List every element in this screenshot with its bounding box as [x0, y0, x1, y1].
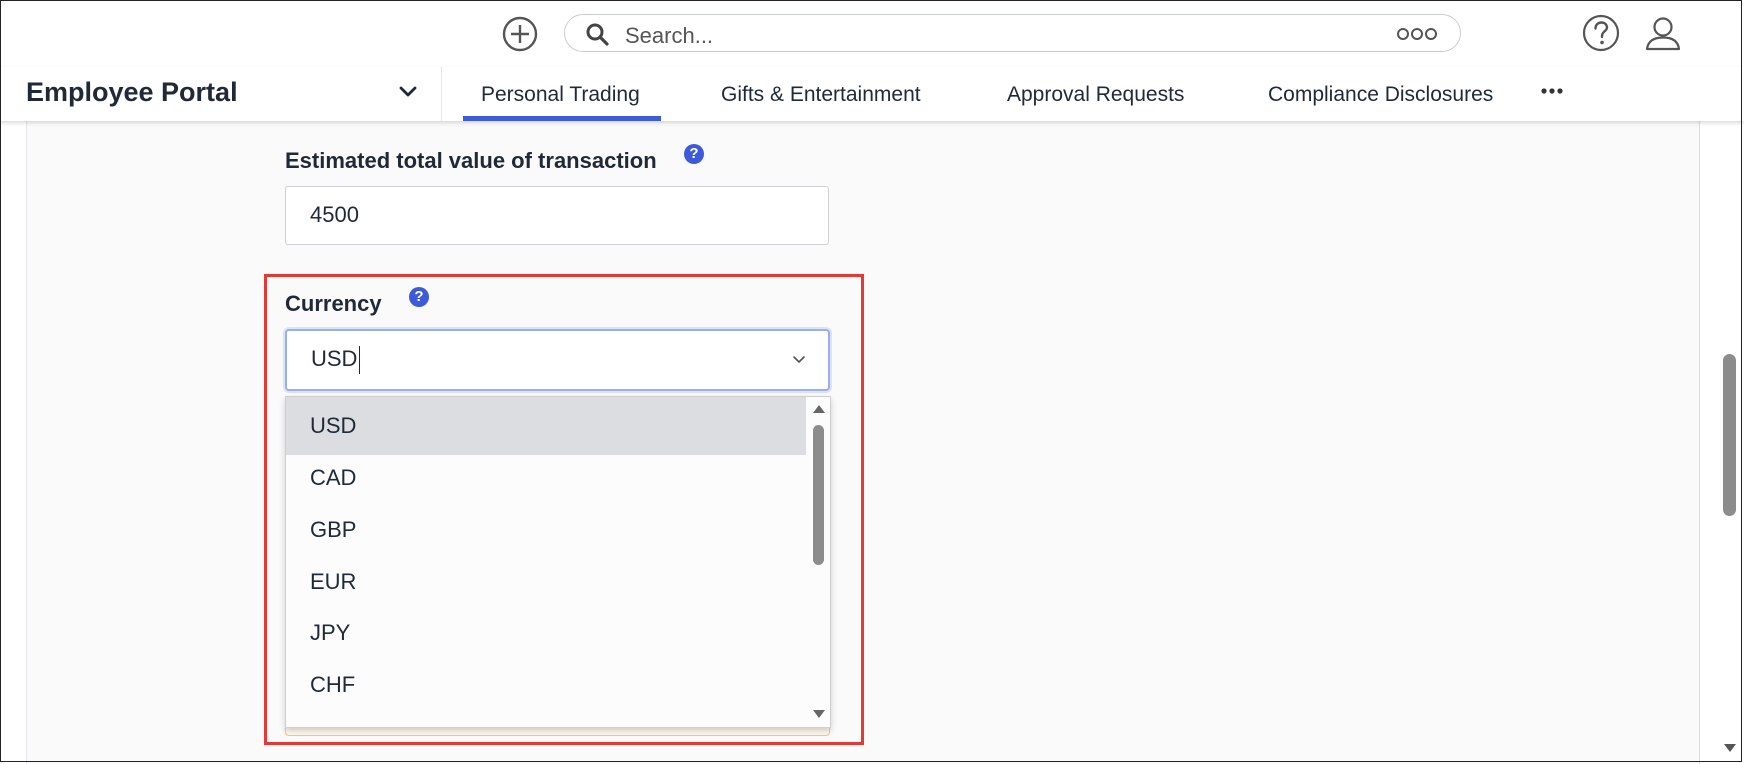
dropdown-scrollbar-thumb[interactable]	[813, 425, 824, 565]
text-cursor	[359, 346, 361, 375]
chevron-down-icon[interactable]	[792, 355, 806, 365]
tab-compliance-disclosures[interactable]: Compliance Disclosures	[1268, 83, 1493, 107]
currency-select-value: USD	[311, 346, 361, 375]
scroll-down-arrow-icon[interactable]	[813, 710, 825, 718]
currency-label: Currency	[285, 291, 382, 316]
tab-approval-requests[interactable]: Approval Requests	[1007, 83, 1184, 107]
scroll-down-arrow-icon[interactable]	[1724, 744, 1736, 752]
help-icon[interactable]: ?	[409, 287, 429, 307]
chevron-down-icon[interactable]	[398, 85, 418, 99]
page-scrollbar-thumb[interactable]	[1723, 354, 1736, 516]
plus-circle-icon[interactable]	[502, 16, 538, 52]
active-tab-indicator	[463, 116, 661, 121]
search-input[interactable]: Search...	[625, 23, 713, 49]
currency-option-usd[interactable]: USD	[286, 397, 806, 455]
currency-option-jpy[interactable]: JPY	[286, 604, 806, 662]
transaction-value-input[interactable]: 4500	[285, 186, 829, 245]
currency-option-eur[interactable]: EUR	[286, 553, 806, 611]
nav-bar: Employee Portal Personal Trading Gifts &…	[0, 67, 1744, 121]
help-icon[interactable]	[1582, 14, 1620, 52]
portal-title[interactable]: Employee Portal	[26, 77, 238, 108]
transaction-value-text: 4500	[310, 202, 359, 227]
search-bar[interactable]: Search...	[564, 14, 1461, 52]
dropdown-scrollbar[interactable]	[808, 397, 830, 727]
user-icon[interactable]	[1644, 14, 1682, 52]
search-icon	[586, 23, 609, 46]
currency-select[interactable]: USD	[285, 329, 830, 391]
more-tabs-icon[interactable]	[1541, 87, 1563, 95]
transaction-value-label: Estimated total value of transaction	[285, 148, 657, 173]
more-options-icon[interactable]	[1396, 25, 1438, 43]
tab-personal-trading[interactable]: Personal Trading	[481, 83, 640, 107]
form-panel: Estimated total value of transaction ? 4…	[26, 121, 1700, 764]
currency-dropdown-list: USD CAD GBP EUR JPY CHF	[285, 396, 831, 728]
nav-divider	[441, 67, 442, 121]
currency-option-gbp[interactable]: GBP	[286, 501, 806, 559]
help-icon[interactable]: ?	[684, 144, 704, 164]
top-bar: Search...	[0, 0, 1744, 68]
currency-option-chf[interactable]: CHF	[286, 656, 806, 714]
currency-option-cad[interactable]: CAD	[286, 449, 806, 507]
scroll-up-arrow-icon[interactable]	[813, 405, 825, 413]
tab-gifts-entertainment[interactable]: Gifts & Entertainment	[721, 83, 921, 107]
